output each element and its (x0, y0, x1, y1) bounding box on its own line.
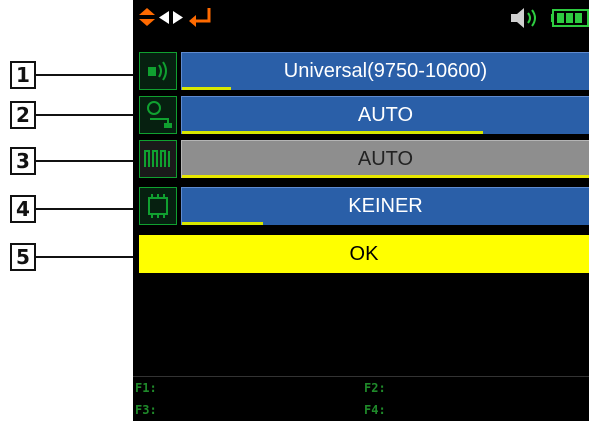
tone-22khz-field[interactable]: AUTO (181, 140, 589, 178)
callout-5: 5 (10, 243, 36, 271)
up-down-arrows-icon[interactable] (139, 8, 155, 26)
battery-icon (551, 9, 589, 27)
lnb-voltage-field[interactable]: AUTO (181, 96, 589, 134)
back-return-icon[interactable] (189, 6, 213, 28)
callout-3: 3 (10, 147, 36, 175)
switch-box-icon (139, 187, 177, 225)
lnb-voltage-value: AUTO (357, 104, 414, 126)
function-keys-footer: F1: F2: F3: F4: (133, 376, 589, 421)
f3-label[interactable]: F3: (135, 403, 157, 417)
lnb-type-progress (182, 87, 231, 90)
right-arrow-icon[interactable] (173, 11, 183, 24)
antenna-signal-icon (139, 52, 177, 90)
ok-button-label: OK (349, 242, 379, 265)
callout-4-leader (36, 208, 139, 210)
tone-22khz-value: AUTO (357, 148, 414, 170)
diseqc-progress (182, 222, 264, 225)
status-bar (133, 0, 589, 34)
lnb-type-value: Universal(9750-10600) (283, 60, 488, 82)
lnb-type-field[interactable]: Universal(9750-10600) (181, 52, 589, 90)
callout-1-leader (36, 74, 139, 76)
f1-label[interactable]: F1: (135, 381, 157, 395)
diseqc-value: KEINER (348, 195, 423, 217)
filter-comb-icon (139, 140, 177, 178)
diseqc-field[interactable]: KEINER (181, 187, 589, 225)
device-screen: Universal(9750-10600) AUTO AUTO KEINER O… (133, 0, 589, 421)
left-arrow-icon[interactable] (159, 11, 169, 24)
ok-button[interactable]: OK (139, 235, 589, 273)
callout-3-leader (36, 160, 139, 162)
power-supply-icon (139, 96, 177, 134)
speaker-volume-icon (511, 8, 541, 28)
f4-label[interactable]: F4: (364, 403, 386, 417)
tone-22khz-underline (182, 175, 589, 178)
callout-1: 1 (10, 61, 36, 89)
f2-label[interactable]: F2: (364, 381, 386, 395)
callout-5-leader (36, 256, 139, 258)
lnb-voltage-progress (182, 131, 484, 134)
callout-annotations: 1 2 3 4 5 (0, 0, 140, 421)
callout-2-leader (36, 114, 139, 116)
callout-4: 4 (10, 195, 36, 223)
callout-2: 2 (10, 101, 36, 129)
